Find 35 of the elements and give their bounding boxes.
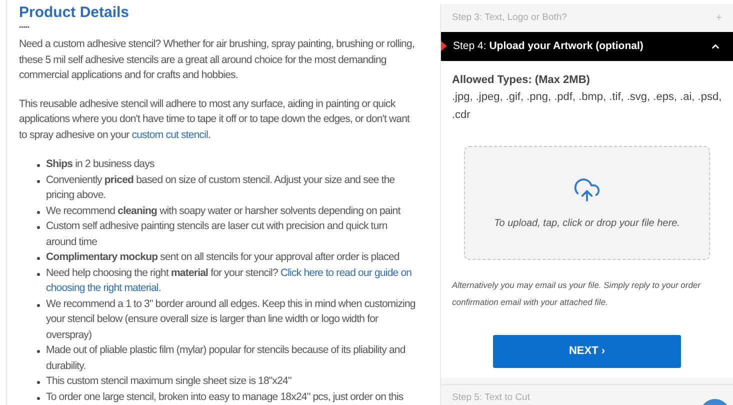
section-title: Product Details	[19, 3, 130, 23]
bullet-icon	[37, 210, 40, 214]
text-link[interactable]: choosing the right material.	[46, 282, 161, 294]
list-item-text: Need help choosing the right material for your stencil? Click here to read our guide on choosing the right material.	[46, 266, 413, 296]
paragraph: Need a custom adhesive stencil? Whether for air brushing, spray painting, brushing or rolling, these 5 mil self adhesive stencils are a great all around choice for the most demanding commercial applications and for crafts and hobbies.	[19, 38, 414, 81]
allowed-types: .jpg, .jpeg, .gif, .png, .pdf, .bmp, .tif, .svg, .eps, .ai, .psd, .cdr	[452, 90, 722, 123]
drop-zone[interactable]: To upload, tap, click or drop your file here.	[464, 146, 710, 260]
drop-hint: To upload, tap, click or drop your file here.	[494, 216, 680, 230]
list-item-text: To order one large stencil, broken into easy to manage 18x24" pcs, just order on this	[46, 390, 404, 404]
list-item-text: This custom stencil maximum single sheet size is 18"x24"	[46, 374, 292, 389]
step-header[interactable]: Step 4: Upload your Artwork (optional)	[441, 32, 733, 61]
bullet-icon	[37, 381, 40, 384]
bullet-icon	[37, 272, 40, 276]
list-item-text: Complimentary mockup sent on all stencils for your approval after order is placed	[46, 250, 400, 265]
bullet-icon	[37, 164, 40, 167]
list-item-text: We recommend a 1 to 3" border around all edges. Keep this in mind when customizing your stencil below (ensure overall size is larger than line width or logo width for overspray)	[46, 296, 416, 342]
plus-icon: +	[716, 10, 722, 26]
paragraph: This reusable adhesive stencil will adhere to most any surface, aiding in painting or quick applications where you don't have time to tape it off or to tape down the edges, or don't want to spray adhesive on your custom cut stencil.	[19, 98, 410, 140]
list-item-text: Conveniently priced based on size of custom stencil. Adjust your size and see the pricing above.	[46, 172, 396, 203]
marker-icon	[441, 41, 447, 51]
list-item-text: We recommend cleaning with soapy water or harsher solvents depending on paint	[46, 204, 400, 218]
allowed-types-title: Allowed Types: (Max 2MB)	[452, 73, 591, 88]
bullet-icon	[37, 304, 40, 306]
bullet-icon	[37, 226, 40, 229]
email-note: Alternatively you may email us your file. Simply reply to your order confirmation email with your attached file.	[452, 279, 702, 309]
cloud-upload-icon	[573, 176, 601, 204]
text-link[interactable]: custom cut stencil	[132, 128, 208, 140]
bullet-icon	[37, 396, 40, 400]
text-link[interactable]: Click here to read our guide on	[280, 266, 412, 278]
bullet-icon	[37, 180, 40, 182]
list-item-text: Made out of pliable plastic film (mylar) popular for stencils because of its pliability and durability.	[46, 343, 406, 374]
bullet-icon	[37, 257, 40, 260]
list-item-text: Ships in 2 business days	[46, 157, 154, 172]
bullet-icon	[37, 350, 40, 353]
next-button[interactable]: NEXT ›	[493, 335, 681, 368]
